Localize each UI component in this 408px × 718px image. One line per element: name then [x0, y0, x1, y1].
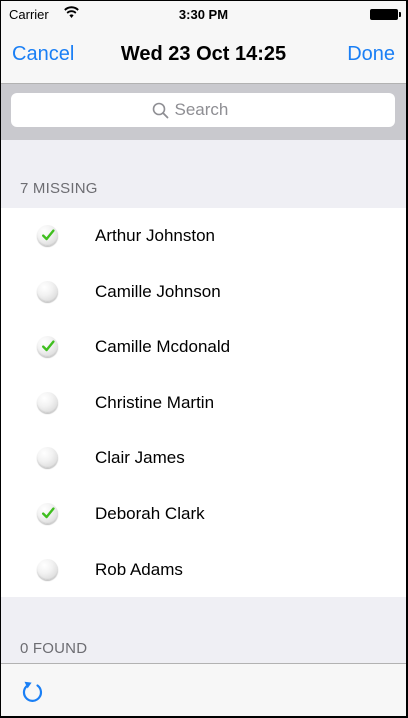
- person-name: Camille Johnson: [95, 281, 221, 301]
- list-item[interactable]: Arthur Johnston: [1, 208, 406, 264]
- bottom-toolbar: [1, 663, 406, 716]
- navigation-bar: Cancel Wed 23 Oct 14:25 Done: [1, 29, 406, 84]
- status-bar: Carrier 3:30 PM: [1, 1, 406, 29]
- person-name: Clair James: [95, 448, 185, 468]
- unchecked-checkbox[interactable]: [37, 558, 58, 580]
- list-item[interactable]: Rob Adams: [1, 542, 406, 598]
- cancel-button[interactable]: Cancel: [12, 43, 74, 66]
- unchecked-checkbox[interactable]: [37, 391, 58, 413]
- checked-checkbox[interactable]: [37, 502, 58, 524]
- list-item[interactable]: Christine Martin: [1, 375, 406, 431]
- search-icon: [152, 102, 168, 118]
- missing-people-list: Arthur Johnston Camille Johnson Camille Mc…: [1, 208, 406, 598]
- person-name: Rob Adams: [95, 559, 183, 579]
- done-button[interactable]: Done: [347, 43, 395, 66]
- person-name: Camille Mcdonald: [95, 337, 231, 357]
- list-item[interactable]: Camille Johnson: [1, 264, 406, 320]
- person-name: Arthur Johnston: [95, 226, 216, 245]
- checked-checkbox[interactable]: [37, 336, 58, 358]
- unchecked-checkbox[interactable]: [37, 447, 58, 469]
- person-name: Christine Martin: [95, 392, 215, 412]
- missing-section-header: 7 MISSING: [20, 180, 98, 197]
- refresh-icon[interactable]: [20, 677, 46, 705]
- battery-icon: [370, 9, 401, 20]
- check-icon: [42, 340, 55, 352]
- list-item[interactable]: Deborah Clark: [1, 486, 406, 542]
- status-time: 3:30 PM: [178, 7, 229, 22]
- found-section-header: 0 FOUND: [20, 640, 88, 657]
- list-item[interactable]: Clair James: [1, 430, 406, 486]
- search-input[interactable]: [174, 100, 255, 120]
- phone-screen: Carrier 3:30 PM Cancel Wed 23 Oct 14:25 …: [1, 1, 406, 716]
- search-bar: [1, 84, 406, 140]
- check-icon: [42, 229, 55, 241]
- checked-checkbox[interactable]: [37, 225, 58, 246]
- unchecked-checkbox[interactable]: [37, 280, 58, 302]
- search-field[interactable]: [11, 93, 395, 127]
- list-item[interactable]: Camille Mcdonald: [1, 319, 406, 375]
- check-icon: [42, 507, 55, 519]
- person-name: Deborah Clark: [95, 503, 205, 523]
